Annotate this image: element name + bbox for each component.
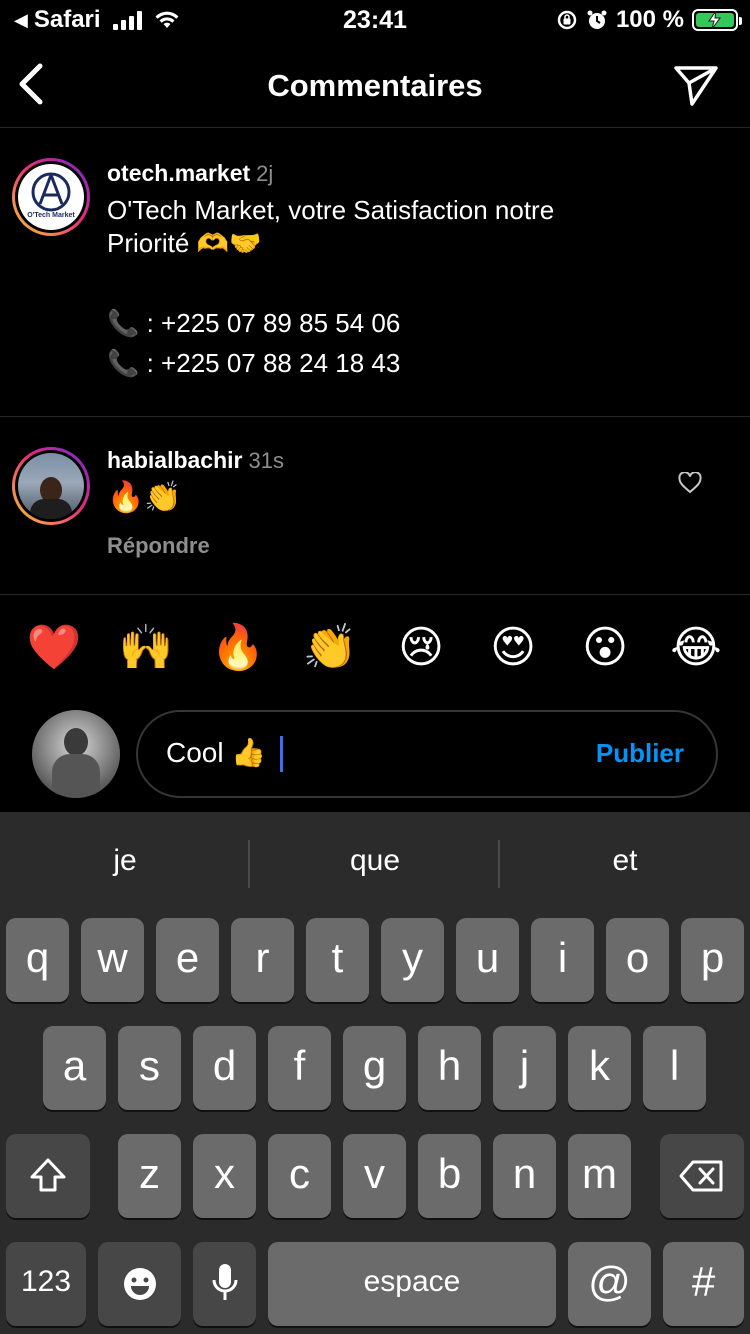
battery-charging-icon [692,9,742,31]
key-c[interactable]: c [268,1134,331,1218]
key-f[interactable]: f [268,1026,331,1110]
key-h[interactable]: h [418,1026,481,1110]
comment-input-value[interactable]: Cool 👍 [166,736,266,769]
key-n[interactable]: n [493,1134,556,1218]
key-m[interactable]: m [568,1134,631,1218]
key-j[interactable]: j [493,1026,556,1110]
comment-text: 🔥👏 [107,481,182,514]
status-right: 100 % [556,6,742,34]
post-time: 2j [256,161,274,186]
status-bar: ◀ Safari 23:41 100 % [0,0,750,40]
backspace-key[interactable] [660,1134,744,1218]
at-key[interactable]: @ [568,1242,651,1326]
reaction-red-heart[interactable]: ❤️ [26,620,82,676]
page-title: Commentaires [267,68,483,103]
key-b[interactable]: b [418,1134,481,1218]
comment-meta: habialbachir 31s [107,447,284,474]
caption-line-2: Priorité 🫶🤝 [107,228,262,258]
reaction-clapping[interactable]: 👏 [302,620,358,676]
key-t[interactable]: t [306,918,369,1002]
key-u[interactable]: u [456,918,519,1002]
suggestion-2[interactable]: que [250,844,500,878]
key-x[interactable]: x [193,1134,256,1218]
key-z[interactable]: z [118,1134,181,1218]
key-o[interactable]: o [606,918,669,1002]
backspace-icon [679,1160,723,1192]
shift-key[interactable] [6,1134,90,1218]
otech-logo-mark-icon [31,172,71,212]
otech-logo: O'Tech Market [18,164,84,230]
phone-line-2[interactable]: 📞 : +225 07 88 24 18 43 [107,347,727,380]
reaction-raising-hands[interactable]: 🙌 [118,620,174,676]
emoji-key[interactable] [98,1242,181,1326]
current-user-avatar [32,710,120,798]
predictive-suggestions: je que et [0,812,750,914]
battery-percentage: 100 % [615,6,684,33]
hash-key[interactable]: # [663,1242,744,1326]
post-caption-text: O'Tech Market, votre Satisfaction notre … [107,194,727,380]
publish-button[interactable]: Publier [596,738,684,769]
comment-username[interactable]: habialbachir [107,447,242,473]
key-k[interactable]: k [568,1026,631,1110]
post-username[interactable]: otech.market [107,160,250,186]
comment-item: habialbachir 31s 🔥👏 Répondre [0,417,750,594]
rotation-lock-icon [557,10,577,30]
key-d[interactable]: d [193,1026,256,1110]
like-heart-icon[interactable] [678,472,702,494]
key-y[interactable]: y [381,918,444,1002]
phone-line-1[interactable]: 📞 : +225 07 89 85 54 06 [107,307,727,340]
quick-reactions-bar: ❤️ 🙌 🔥 👏 😢 😍 😮 😂 [0,620,750,680]
key-i[interactable]: i [531,918,594,1002]
suggestion-3[interactable]: et [500,844,750,878]
commenter-avatar[interactable] [12,447,90,525]
numbers-key[interactable]: 123 [6,1242,86,1326]
key-p[interactable]: p [681,918,744,1002]
key-e[interactable]: e [156,918,219,1002]
key-g[interactable]: g [343,1026,406,1110]
microphone-icon [212,1264,237,1300]
reaction-crying[interactable]: 😢 [393,620,449,676]
key-w[interactable]: w [81,918,144,1002]
post-meta: otech.market 2j [107,160,273,187]
reaction-surprised[interactable]: 😮 [577,620,633,676]
post-caption: O'Tech Market otech.market 2j O'Tech Mark… [0,128,750,416]
alarm-icon [587,10,607,29]
post-author-avatar[interactable]: O'Tech Market [12,158,90,236]
key-l[interactable]: l [643,1026,706,1110]
otech-logo-text: O'Tech Market [27,212,75,219]
reply-button[interactable]: Répondre [107,533,210,559]
space-key[interactable]: espace [268,1242,556,1326]
text-cursor [280,736,283,772]
key-q[interactable]: q [6,918,69,1002]
commenter-photo [18,453,84,519]
send-paper-plane-icon[interactable] [672,62,720,108]
reaction-fire[interactable]: 🔥 [210,620,266,676]
reaction-heart-eyes[interactable]: 😍 [485,620,541,676]
comment-time: 31s [248,448,284,473]
caption-line-1: O'Tech Market, votre Satisfaction notre [107,195,555,225]
key-s[interactable]: s [118,1026,181,1110]
key-v[interactable]: v [343,1134,406,1218]
comments-header: Commentaires [0,40,750,128]
keyboard: je que et q w e r t y u i o p a s d f g … [0,812,750,1334]
emoji-smiley-icon [123,1268,156,1300]
suggestion-1[interactable]: je [0,844,250,878]
key-r[interactable]: r [231,918,294,1002]
reaction-laughing[interactable]: 😂 [668,620,724,676]
key-a[interactable]: a [43,1026,106,1110]
dictation-key[interactable] [193,1242,256,1326]
comment-input-field[interactable]: Cool 👍 Publier [136,710,718,798]
shift-arrow-icon [30,1158,66,1192]
divider [0,594,750,595]
